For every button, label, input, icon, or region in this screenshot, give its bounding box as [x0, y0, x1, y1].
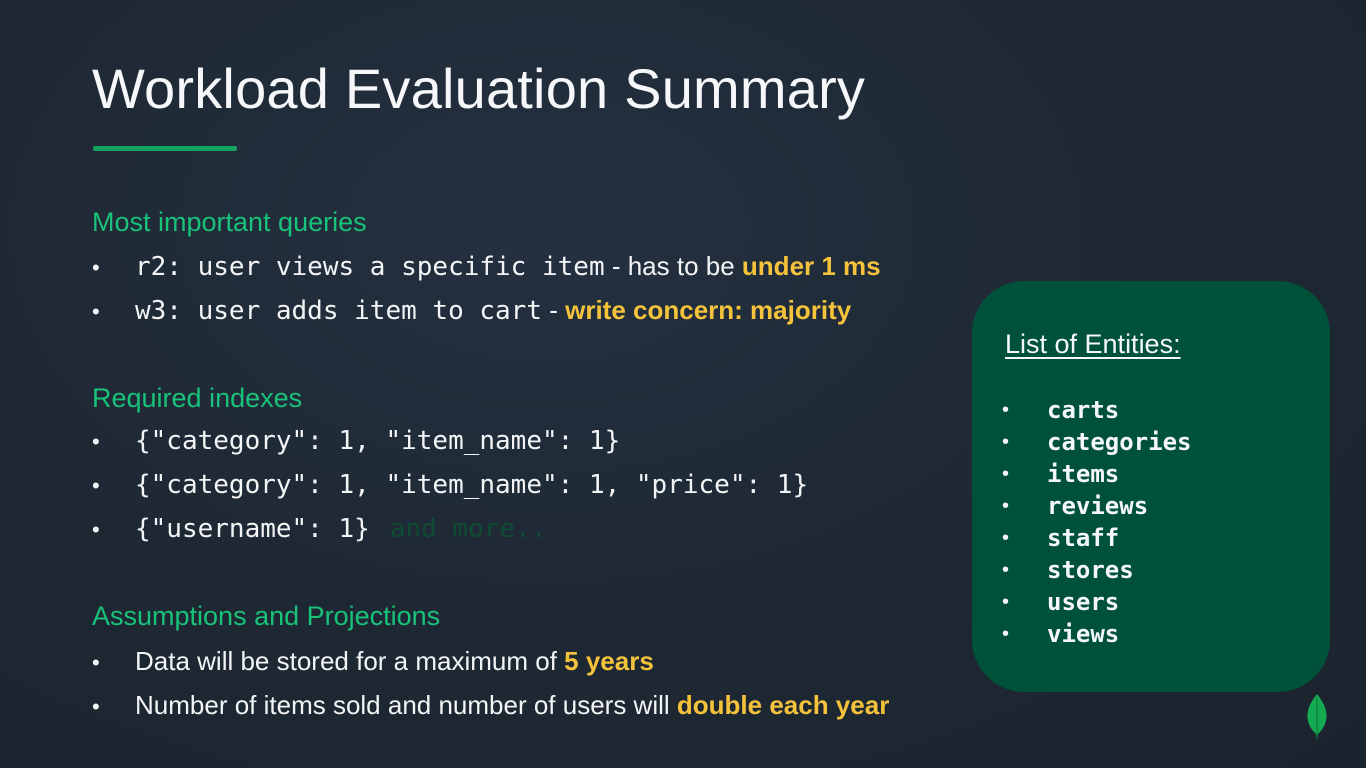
entity-item: • stores — [1002, 554, 1192, 586]
assumption-highlight: 5 years — [564, 646, 654, 676]
query-separator: - — [604, 251, 628, 281]
entity-item: • users — [1002, 586, 1192, 618]
query-code: r2: user views a specific item — [135, 252, 605, 282]
leaf-icon — [1307, 694, 1327, 740]
bullet: • — [1002, 462, 1010, 485]
bullet: • — [1002, 398, 1010, 421]
entities-list: • carts • categories • items • reviews • staf… — [1002, 394, 1192, 650]
bullet: • — [92, 473, 100, 498]
index-item: • {"category": 1, "item_name": 1} — [92, 426, 620, 456]
entity-name: stores — [1047, 556, 1134, 584]
assumptions-heading: Assumptions and Projections — [92, 601, 441, 631]
bullet: • — [92, 650, 100, 675]
entity-item: • reviews — [1002, 490, 1192, 522]
assumption-text: Data will be stored for a maximum of — [135, 646, 565, 676]
queries-heading: Most important queries — [92, 207, 367, 237]
entity-name: carts — [1047, 396, 1120, 424]
entity-item: • items — [1002, 458, 1192, 490]
entity-name: reviews — [1047, 492, 1149, 520]
query-highlight: under 1 ms — [741, 251, 881, 281]
bullet: • — [1002, 590, 1010, 613]
entities-title: List of Entities: — [1005, 329, 1181, 359]
index-item: • {"category": 1, "item_name": 1, "price… — [92, 470, 808, 500]
query-highlight: write concern: majority — [565, 295, 852, 325]
entity-name: views — [1047, 620, 1120, 648]
bullet: • — [92, 299, 100, 324]
assumption-item: • Number of items sold and number of use… — [92, 690, 889, 721]
bullet: • — [92, 429, 100, 454]
entity-item: • carts — [1002, 394, 1192, 426]
entity-item: • categories — [1002, 426, 1192, 458]
entities-panel: List of Entities: • carts • categories • it… — [972, 281, 1330, 692]
assumption-text: Number of items sold and number of users… — [135, 690, 677, 720]
entity-name: staff — [1047, 524, 1120, 552]
index-item: • {"username": 1} and more.. — [92, 514, 546, 544]
bullet: • — [92, 255, 100, 280]
bullet: • — [1002, 622, 1010, 645]
entity-item: • views — [1002, 618, 1192, 650]
assumption-highlight: double each year — [676, 690, 890, 720]
query-item: • r2: user views a specific item - has t… — [92, 251, 881, 282]
bullet: • — [92, 517, 100, 542]
bullet: • — [1002, 526, 1010, 549]
entity-name: users — [1047, 588, 1120, 616]
index-code: {"username": 1} — [135, 514, 370, 544]
indexes-heading: Required indexes — [92, 383, 303, 413]
bullet: • — [92, 694, 100, 719]
assumption-item: • Data will be stored for a maximum of 5… — [92, 646, 654, 677]
query-item: • w3: user adds item to cart - write con… — [92, 295, 851, 326]
index-faded-note: and more.. — [389, 514, 547, 544]
title-underline — [93, 146, 237, 151]
query-code: w3: user adds item to cart — [135, 296, 542, 326]
query-separator: - — [542, 295, 566, 325]
bullet: • — [1002, 430, 1010, 453]
query-note: has to be — [627, 251, 742, 281]
bullet: • — [1002, 558, 1010, 581]
slide-title: Workload Evaluation Summary — [92, 57, 866, 120]
entity-name: items — [1047, 460, 1120, 488]
entity-name: categories — [1047, 428, 1192, 456]
index-code: {"category": 1, "item_name": 1, "price":… — [135, 470, 809, 500]
entity-item: • staff — [1002, 522, 1192, 554]
index-code: {"category": 1, "item_name": 1} — [135, 426, 621, 456]
bullet: • — [1002, 494, 1010, 517]
